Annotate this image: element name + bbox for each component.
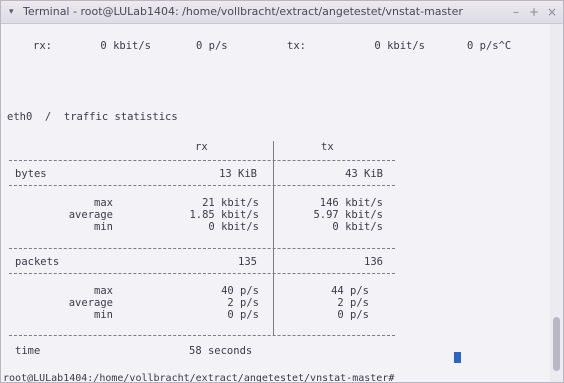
time-value: 58 seconds bbox=[189, 345, 253, 357]
close-icon[interactable]: × bbox=[545, 4, 559, 20]
time-label: time bbox=[15, 345, 41, 357]
rate-max-rx: 21 kbit/s bbox=[202, 197, 259, 209]
packet-min-rx: 0 p/s bbox=[227, 309, 259, 321]
title-bar[interactable]: ▾ Terminal - root@LULab1404: /home/vollb… bbox=[1, 1, 563, 24]
terminal-output[interactable]: rx: 0 kbit/s 0 p/s tx: 0 kbit/s 0 p/s^C … bbox=[1, 23, 549, 383]
packets-tx: 136 bbox=[364, 256, 383, 268]
packet-average-rx: 2 p/s bbox=[227, 297, 259, 309]
live-tx-packets: 0 p/s^C bbox=[467, 40, 512, 52]
packet-average-label: average bbox=[68, 297, 113, 309]
maximize-icon[interactable]: + bbox=[527, 4, 541, 20]
packet-min-tx: 0 p/s bbox=[337, 309, 369, 321]
shell-prompt: root@LULab1404:/home/vollbracht/extract/… bbox=[3, 373, 395, 383]
rate-min-label: min bbox=[94, 221, 113, 233]
rate-min-rx: 0 kbit/s bbox=[208, 221, 259, 233]
packet-min-label: min bbox=[94, 309, 113, 321]
column-divider bbox=[273, 141, 274, 335]
table-separator bbox=[9, 335, 395, 336]
rx-column-header: rx bbox=[195, 141, 208, 153]
window-title: Terminal - root@LULab1404: /home/vollbra… bbox=[23, 5, 463, 18]
packets-label: packets bbox=[15, 256, 60, 268]
table-separator bbox=[9, 248, 395, 249]
rate-average-rx: 1.85 kbit/s bbox=[189, 209, 259, 221]
packet-average-tx: 2 p/s bbox=[337, 297, 369, 309]
stats-heading: eth0 / traffic statistics bbox=[7, 111, 178, 123]
window-menu-icon[interactable]: ▾ bbox=[9, 5, 21, 19]
packet-max-rx: 40 p/s bbox=[221, 285, 259, 297]
live-tx-rate: 0 kbit/s bbox=[374, 40, 425, 52]
terminal-window: ▾ Terminal - root@LULab1404: /home/vollb… bbox=[0, 0, 564, 383]
packets-rx: 135 bbox=[238, 256, 257, 268]
rate-average-tx: 5.97 kbit/s bbox=[313, 209, 383, 221]
live-rx-rate: 0 kbit/s bbox=[100, 40, 151, 52]
scrollbar-thumb[interactable] bbox=[553, 317, 560, 371]
terminal-cursor bbox=[454, 352, 461, 363]
live-rx-label: rx: bbox=[33, 40, 52, 52]
packet-max-tx: 44 p/s bbox=[331, 285, 369, 297]
packet-max-label: max bbox=[94, 285, 113, 297]
table-separator bbox=[9, 273, 395, 274]
bytes-rx: 13 KiB bbox=[219, 168, 257, 180]
live-rx-packets: 0 p/s bbox=[196, 40, 228, 52]
minimize-icon[interactable]: – bbox=[509, 4, 523, 20]
bytes-tx: 43 KiB bbox=[345, 168, 383, 180]
rate-max-label: max bbox=[94, 197, 113, 209]
bytes-label: bytes bbox=[15, 168, 47, 180]
rate-average-label: average bbox=[68, 209, 113, 221]
table-separator bbox=[9, 185, 395, 186]
table-separator bbox=[9, 160, 395, 161]
rate-max-tx: 146 kbit/s bbox=[319, 197, 383, 209]
live-tx-label: tx: bbox=[287, 40, 306, 52]
tx-column-header: tx bbox=[321, 141, 334, 153]
rate-min-tx: 0 kbit/s bbox=[332, 221, 383, 233]
